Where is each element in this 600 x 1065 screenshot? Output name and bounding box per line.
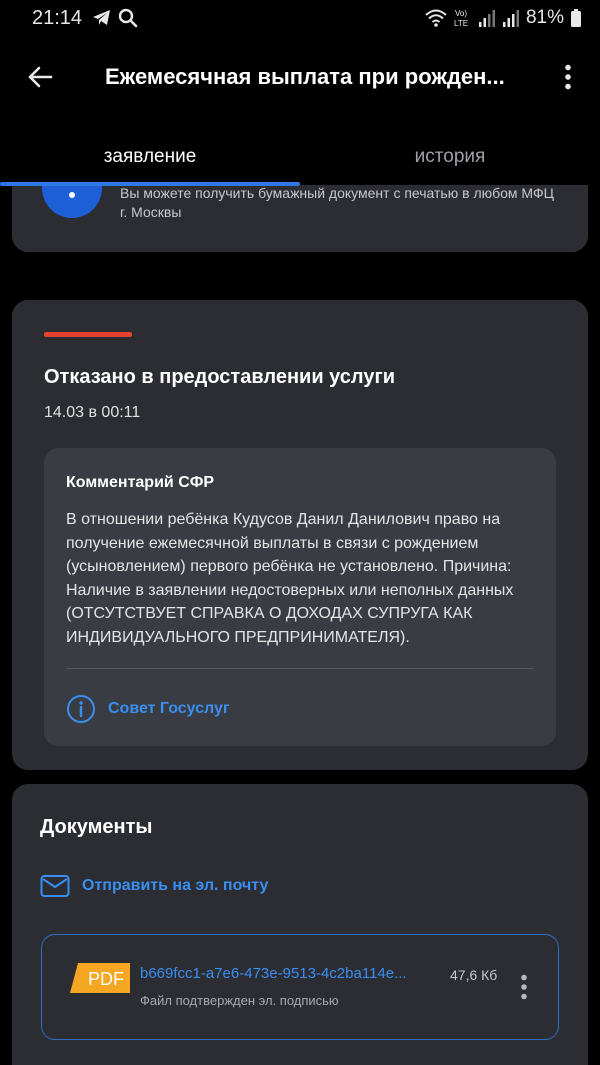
comment-title: Комментарий СФР	[66, 474, 215, 491]
status-bar: 21:14 Vo) LTE 81%	[0, 0, 600, 36]
status-card: Отказано в предоставлении услуги 14.03 в…	[12, 300, 588, 770]
tab-bar: заявление история	[0, 128, 600, 186]
signal-icon	[478, 10, 495, 27]
arrow-left-icon	[28, 66, 53, 88]
more-menu-button[interactable]	[536, 44, 600, 110]
pdf-file-icon: PDF	[70, 963, 130, 993]
info-card-text: Вы можете получить бумажный документ с п…	[120, 185, 554, 220]
status-datetime: 14.03 в 00:11	[44, 404, 141, 421]
signal-icon	[502, 10, 519, 27]
send-email-button[interactable]: Отправить на эл. почту	[40, 874, 268, 898]
app-bar: Ежемесячная выплата при рожден...	[0, 44, 600, 110]
send-email-label: Отправить на эл. почту	[82, 877, 269, 894]
status-time: 21:14	[32, 6, 83, 29]
wifi-icon	[425, 9, 447, 27]
more-vertical-icon	[565, 64, 571, 90]
gosuslugi-tip-link[interactable]: Совет Госуслуг	[66, 694, 230, 724]
file-more-button[interactable]	[512, 971, 536, 1003]
telegram-icon	[93, 10, 111, 25]
comment-text: В отношении ребёнка Кудусов Данил Данило…	[66, 511, 514, 646]
file-item[interactable]: PDF b669fcc1-a7e6-473e-9513-4c2ba114e...…	[41, 934, 559, 1040]
info-icon	[67, 695, 95, 723]
svg-text:PDF: PDF	[88, 969, 124, 989]
divider	[66, 668, 534, 669]
documents-card: Документы Отправить на эл. почту PDF b66…	[12, 784, 588, 1065]
file-name: b669fcc1-a7e6-473e-9513-4c2ba114e...	[140, 965, 407, 982]
more-vertical-icon	[521, 974, 527, 1000]
status-accent-line	[44, 332, 132, 337]
search-icon	[118, 8, 138, 28]
battery-percent: 81%	[525, 7, 564, 28]
svg-text:LTE: LTE	[454, 19, 468, 28]
status-title: Отказано в предоставлении услуги	[44, 366, 396, 388]
active-tab-indicator	[0, 182, 300, 186]
documents-title: Документы	[40, 816, 153, 838]
back-button[interactable]	[0, 44, 80, 110]
tab-application[interactable]: заявление	[0, 128, 300, 186]
mail-icon	[40, 875, 70, 897]
comment-box: Комментарий СФР В отношении ребёнка Куду…	[44, 448, 556, 746]
battery-icon	[571, 9, 581, 27]
tip-label: Совет Госуслуг	[108, 700, 230, 717]
file-signature-status: Файл подтвержден эл. подписью	[140, 993, 339, 1008]
volte-icon: Vo) LTE	[454, 9, 468, 28]
file-size: 47,6 Кб	[450, 967, 498, 983]
tab-history[interactable]: история	[300, 128, 600, 186]
page-title: Ежемесячная выплата при рожден...	[105, 64, 505, 89]
svg-text:Vo): Vo)	[455, 9, 467, 18]
